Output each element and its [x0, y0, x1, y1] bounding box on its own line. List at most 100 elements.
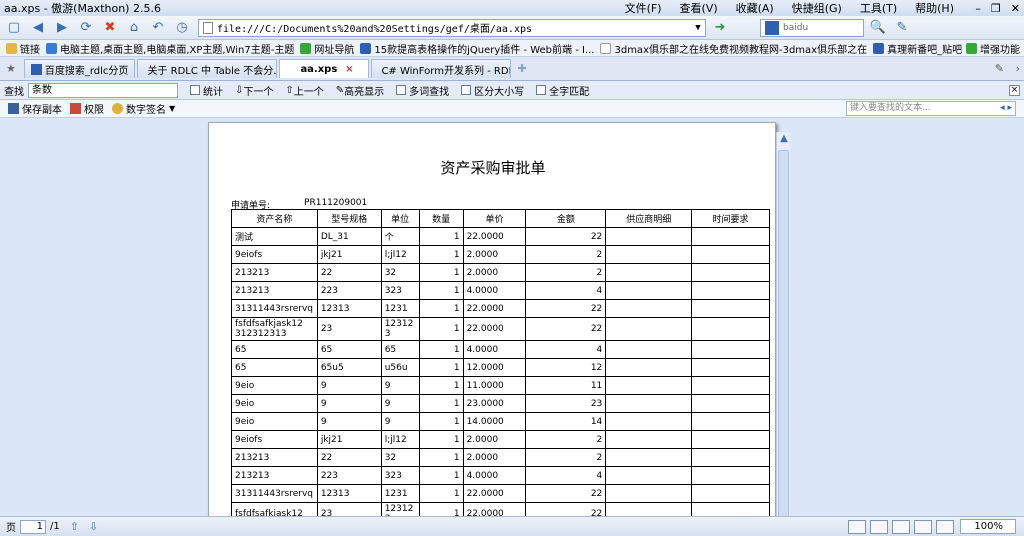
chevron-down-icon[interactable]: ▼	[691, 23, 705, 33]
wrench-icon[interactable]: ✎	[995, 62, 1004, 75]
search-input[interactable]: baidu	[760, 18, 864, 37]
go-icon[interactable]: ➜	[710, 18, 730, 38]
favorite-item[interactable]: 电脑主题,桌面主题,电脑桌面,XP主题,Win7主题-主题	[46, 41, 294, 56]
four-pages-icon[interactable]	[936, 519, 954, 534]
count-checkbox[interactable]: 统计	[190, 83, 223, 98]
zoom-select[interactable]: 100%	[960, 519, 1016, 534]
table-cell: 65	[231, 340, 318, 359]
menu-favorites[interactable]: 收藏(A)	[736, 0, 774, 16]
table-cell	[691, 412, 770, 431]
search-icon[interactable]: 🔍	[868, 18, 888, 38]
highlight-button[interactable]: ✎ 高亮显示	[336, 83, 384, 98]
scroll-up-icon[interactable]: ▲	[777, 132, 791, 146]
favorite-label: 网址导航	[314, 44, 355, 56]
favorite-item[interactable]: 网址导航	[300, 41, 354, 56]
vertical-scrollbar[interactable]: ▲	[776, 132, 790, 516]
table-cell: 223	[316, 466, 382, 485]
next-page-icon[interactable]: ⇩	[89, 520, 98, 533]
table-cell: 65u5	[316, 358, 382, 377]
menu-help[interactable]: 帮助(H)	[915, 0, 954, 16]
save-copy-button[interactable]: 保存副本	[8, 101, 62, 116]
chevron-right-icon[interactable]: ›	[1016, 62, 1020, 75]
document-title: 资产采购审批单	[440, 159, 546, 177]
table-cell	[691, 376, 770, 395]
new-tab-icon[interactable]: ✚	[517, 62, 526, 75]
table-cell	[605, 448, 693, 467]
table-row: 213213 22 32 1 2.0000 2	[231, 263, 770, 282]
favorite-item[interactable]: 3dmax俱乐部之在线免费视频教程网-3dmax俱乐部之在	[600, 41, 867, 56]
fit-page-icon[interactable]	[848, 519, 866, 534]
page-total: /1	[50, 521, 60, 532]
two-pages-icon[interactable]	[914, 519, 932, 534]
table-cell: DL_31	[316, 227, 382, 246]
table-cell: 223	[316, 281, 382, 300]
menu-file[interactable]: 文件(F)	[625, 0, 662, 16]
new-page-icon[interactable]: ▢	[4, 18, 24, 38]
undo-close-icon[interactable]: ↶	[148, 18, 168, 38]
document-viewer[interactable]: 资产采购审批单 申请单号: PR111209001 资产名称 型号规格 单位 数量 单价…	[0, 118, 1024, 516]
column-header: 时间要求	[691, 209, 770, 228]
close-tab-icon[interactable]: ×	[345, 64, 353, 75]
table-row: 213213 22 32 1 2.0000 2	[231, 448, 770, 467]
table-cell: 2.0000	[462, 430, 527, 449]
tab-label: 关于 RDLC 中 Table 不会分...	[147, 65, 278, 77]
stop-icon[interactable]: ✖	[100, 18, 120, 38]
tab-aa-xps[interactable]: aa.xps ×	[279, 59, 370, 78]
tab-winform[interactable]: C# WinForm开发系列 - RDLC...	[371, 59, 512, 78]
table-cell: 12313	[316, 484, 382, 503]
favorites-links-folder[interactable]: 链接	[6, 41, 40, 56]
table-cell	[691, 448, 770, 467]
search-nav-icon[interactable]: ◂ ▸	[1000, 102, 1015, 115]
star-icon[interactable]: ★	[6, 62, 16, 75]
enhance-button[interactable]: 增强功能	[966, 40, 1020, 56]
tab-baidu[interactable]: 百度搜索_rdlc分页	[23, 59, 136, 78]
favorite-item[interactable]: 真理新番吧_贴吧	[873, 41, 962, 56]
history-icon[interactable]: ◷	[172, 18, 192, 38]
table-row: 9eio 9 9 1 11.0000 11	[231, 376, 770, 395]
whole-word-checkbox[interactable]: 全字匹配	[536, 83, 589, 98]
favorite-item[interactable]: 15款提高表格操作的jQuery插件 - Web前端 - I...	[360, 41, 594, 56]
restore-icon[interactable]: ❐	[991, 2, 1001, 15]
permissions-button[interactable]: 权限	[70, 101, 104, 116]
find-input[interactable]: 条数	[28, 82, 178, 98]
match-case-checkbox[interactable]: 区分大小写	[461, 83, 524, 98]
fit-width-icon[interactable]	[870, 519, 888, 534]
column-header: 资产名称	[231, 209, 318, 228]
site-icon	[873, 42, 885, 54]
scroll-thumb[interactable]	[778, 150, 789, 516]
menu-tools[interactable]: 工具(T)	[860, 0, 897, 16]
menu-view[interactable]: 查看(V)	[680, 0, 718, 16]
forward-icon[interactable]: ▶	[52, 18, 72, 38]
highlight-pen-icon[interactable]: ✎	[892, 18, 912, 38]
table-cell	[605, 299, 693, 318]
table-cell	[691, 358, 770, 377]
table-cell	[691, 430, 770, 449]
table-cell	[691, 340, 770, 359]
table-cell	[605, 227, 693, 246]
tab-rdlc[interactable]: 关于 RDLC 中 Table 不会分...	[137, 59, 278, 78]
table-cell	[691, 299, 770, 318]
find-prev-button[interactable]: ⇧ 上一个	[285, 83, 323, 98]
table-cell: 2.0000	[462, 263, 527, 282]
digital-signature-button[interactable]: 数字签名 ▼	[112, 101, 175, 116]
close-icon[interactable]: ✕	[1011, 2, 1020, 15]
address-bar[interactable]: file:///C:/Documents%20and%20Settings/ge…	[198, 18, 706, 37]
tab-label: aa.xps	[300, 63, 338, 75]
home-icon[interactable]: ⌂	[124, 18, 144, 38]
full-page-icon[interactable]	[892, 519, 910, 534]
back-icon[interactable]: ◀	[28, 18, 48, 38]
table-cell: 22	[316, 448, 382, 467]
page-number-input[interactable]: 1	[20, 519, 46, 534]
refresh-icon[interactable]: ⟳	[76, 18, 96, 38]
document-search-input[interactable]: 键入要查找的文本... ◂ ▸	[846, 101, 1016, 116]
menu-groups[interactable]: 快捷组(G)	[792, 0, 842, 16]
minimize-icon[interactable]: –	[975, 2, 981, 15]
arrow-up-icon: ⇧	[285, 84, 294, 96]
table-row: 213213 223 323 1 4.0000 4	[231, 281, 770, 300]
prev-page-icon[interactable]: ⇧	[70, 520, 79, 533]
find-next-button[interactable]: ⇩ 下一个	[235, 83, 273, 98]
close-find-icon[interactable]: ×	[1009, 84, 1020, 96]
multi-word-checkbox[interactable]: 多词查找	[396, 83, 449, 98]
table-cell: 1	[418, 358, 464, 377]
table-cell: 23	[316, 317, 382, 341]
